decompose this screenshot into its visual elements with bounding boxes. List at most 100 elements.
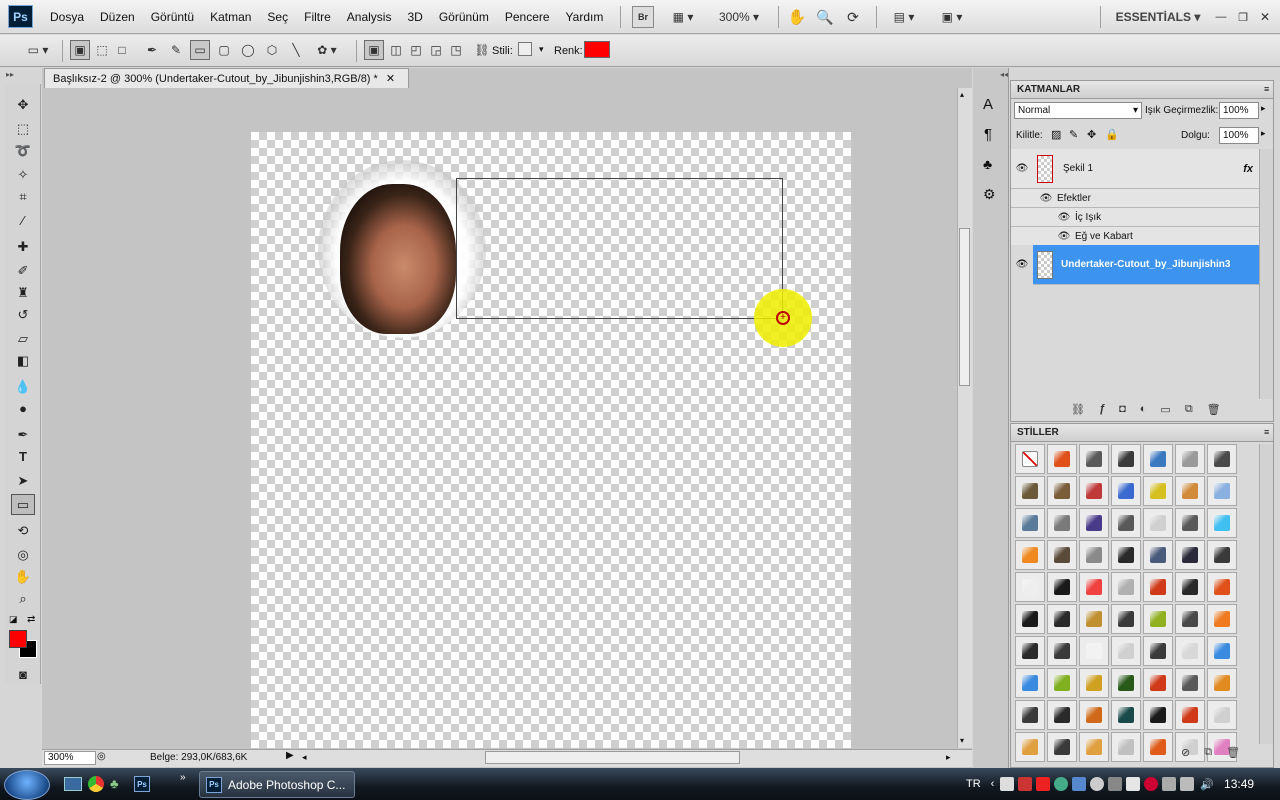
scroll-up-icon[interactable]: ▴ — [960, 90, 964, 99]
style-swatch[interactable] — [1175, 508, 1205, 538]
menu-gorunum[interactable]: Görünüm — [431, 0, 497, 34]
style-swatch[interactable] — [1207, 636, 1237, 666]
delete-style-icon[interactable]: 🗑 — [1226, 746, 1240, 759]
style-swatch[interactable] — [1207, 700, 1237, 730]
style-swatch[interactable] — [1047, 540, 1077, 570]
style-swatch[interactable] — [1015, 636, 1045, 666]
close-document-icon[interactable]: ✕ — [386, 72, 395, 85]
style-swatch[interactable] — [1143, 508, 1173, 538]
style-swatch[interactable] — [1047, 636, 1077, 666]
rotate-view-icon[interactable]: ⟳ — [842, 6, 864, 28]
style-swatch[interactable] — [1015, 700, 1045, 730]
menu-3d[interactable]: 3D — [399, 0, 430, 34]
layer-effects-icon[interactable]: fx — [1243, 163, 1253, 175]
rectangle-shape-outline[interactable] — [456, 178, 783, 319]
polygon-icon[interactable]: ⬡ — [262, 40, 282, 60]
close-icon[interactable]: ✕ — [1256, 6, 1274, 28]
tray-sync-icon[interactable] — [1162, 777, 1177, 791]
healing-brush-tool-icon[interactable]: ✚ — [11, 236, 35, 257]
link-layers-icon[interactable]: ⛓ — [1071, 403, 1085, 416]
menu-sec[interactable]: Seç — [259, 0, 296, 34]
style-swatch[interactable] — [1143, 700, 1173, 730]
menu-yardim[interactable]: Yardım — [558, 0, 612, 34]
default-colors-icon[interactable]: ◪ — [9, 614, 18, 625]
dodge-tool-icon[interactable]: ● — [11, 398, 35, 419]
style-swatch[interactable] — [1047, 572, 1077, 602]
scroll-down-icon[interactable]: ▾ — [960, 736, 964, 745]
visibility-eye-icon[interactable]: 👁 — [1053, 212, 1075, 223]
style-swatch[interactable] — [1111, 732, 1141, 762]
effect-row-inner-glow[interactable]: 👁 İç Işık — [1011, 208, 1259, 227]
volume-icon[interactable]: 🔊 — [1200, 778, 1214, 791]
style-swatch[interactable] — [1143, 732, 1173, 762]
status-menu-icon[interactable]: ◎ — [97, 751, 106, 762]
tray-media-icon[interactable] — [1144, 777, 1159, 791]
adjustment-layer-icon[interactable]: ◐ — [1140, 403, 1147, 416]
style-swatch[interactable] — [1207, 444, 1237, 474]
lock-position-icon[interactable]: ✥ — [1087, 128, 1096, 141]
lock-transparency-icon[interactable]: ▨ — [1051, 128, 1061, 141]
style-swatch[interactable] — [1111, 572, 1141, 602]
style-swatch[interactable] — [1047, 668, 1077, 698]
status-expand-icon[interactable]: ▶ — [286, 750, 294, 761]
document-tab[interactable]: Başlıksız-2 @ 300% (Undertaker-Cutout_by… — [44, 68, 409, 88]
tray-app-icon[interactable] — [1000, 777, 1015, 791]
zoom-tool-icon[interactable]: ⌕ — [11, 588, 35, 609]
history-brush-tool-icon[interactable]: ↺ — [11, 304, 35, 325]
screen-mode-icon[interactable]: ▣ ▾ — [934, 6, 970, 28]
style-swatch[interactable] — [1175, 668, 1205, 698]
style-swatch[interactable] — [1047, 604, 1077, 634]
style-swatch[interactable] — [1047, 444, 1077, 474]
style-swatch[interactable] — [1079, 636, 1109, 666]
pen-tool-icon[interactable]: ✒ — [11, 424, 35, 445]
style-swatch[interactable] — [1111, 444, 1141, 474]
style-swatch[interactable] — [1015, 668, 1045, 698]
opacity-field[interactable]: 100% — [1219, 102, 1259, 119]
rounded-rectangle-icon[interactable]: ▢ — [214, 40, 234, 60]
bridge-button[interactable]: Br — [632, 6, 654, 28]
style-dropdown-arrow-icon[interactable]: ▾ — [539, 44, 544, 55]
quick-mask-icon[interactable]: ◙ — [11, 664, 35, 685]
scroll-right-icon[interactable]: ▸ — [946, 752, 951, 763]
style-swatch[interactable] — [1175, 700, 1205, 730]
style-swatch[interactable] — [1079, 572, 1109, 602]
tray-device-icon[interactable] — [1126, 777, 1141, 791]
styles-panel-menu-icon[interactable]: ≡ — [1264, 427, 1269, 437]
style-swatch[interactable] — [1111, 636, 1141, 666]
visibility-eye-icon[interactable]: 👁 — [1011, 244, 1033, 285]
tray-tool-icon[interactable] — [1072, 777, 1087, 791]
style-swatch[interactable] — [1015, 508, 1045, 538]
tray-antivirus-icon[interactable] — [1036, 777, 1051, 791]
style-swatch[interactable] — [1143, 540, 1173, 570]
foreground-color-swatch[interactable] — [9, 630, 27, 648]
menu-goruntu[interactable]: Görüntü — [143, 0, 202, 34]
pen-tool-icon[interactable]: ✒ — [142, 40, 162, 60]
subtract-shape-icon[interactable]: ◰ — [406, 40, 426, 60]
rectangle-shape-icon[interactable]: ▭ — [190, 40, 210, 60]
menu-filtre[interactable]: Filtre — [296, 0, 339, 34]
menu-analysis[interactable]: Analysis — [339, 0, 400, 34]
style-swatch[interactable] — [1079, 508, 1109, 538]
style-swatch[interactable] — [1015, 476, 1045, 506]
style-swatch[interactable] — [1143, 604, 1173, 634]
paths-mode-icon[interactable]: ⬚ — [92, 40, 112, 60]
clone-source-panel-icon[interactable]: ♣ — [983, 156, 992, 172]
visibility-eye-icon[interactable]: 👁 — [1011, 163, 1033, 174]
move-tool-icon[interactable]: ✥ — [11, 94, 35, 115]
eyedropper-tool-icon[interactable]: ⁄ — [11, 210, 35, 231]
style-swatch[interactable] — [1175, 572, 1205, 602]
style-swatch[interactable] — [1175, 540, 1205, 570]
style-swatch[interactable] — [1079, 700, 1109, 730]
exclude-shape-icon[interactable]: ◳ — [446, 40, 466, 60]
brush-tool-icon[interactable]: ✐ — [11, 260, 35, 281]
photoshop-quicklaunch-icon[interactable]: Ps — [134, 776, 150, 792]
style-swatch[interactable] — [1111, 700, 1141, 730]
style-swatch[interactable] — [1047, 700, 1077, 730]
style-swatch[interactable] — [1207, 572, 1237, 602]
style-swatch[interactable] — [1175, 604, 1205, 634]
restore-icon[interactable]: ❐ — [1234, 6, 1252, 28]
fill-pixels-mode-icon[interactable]: □ — [112, 40, 132, 60]
vertical-scrollbar[interactable] — [957, 88, 972, 748]
toolbox-collapse-icon[interactable]: ▸▸ — [6, 70, 40, 80]
style-swatch[interactable] — [1079, 668, 1109, 698]
